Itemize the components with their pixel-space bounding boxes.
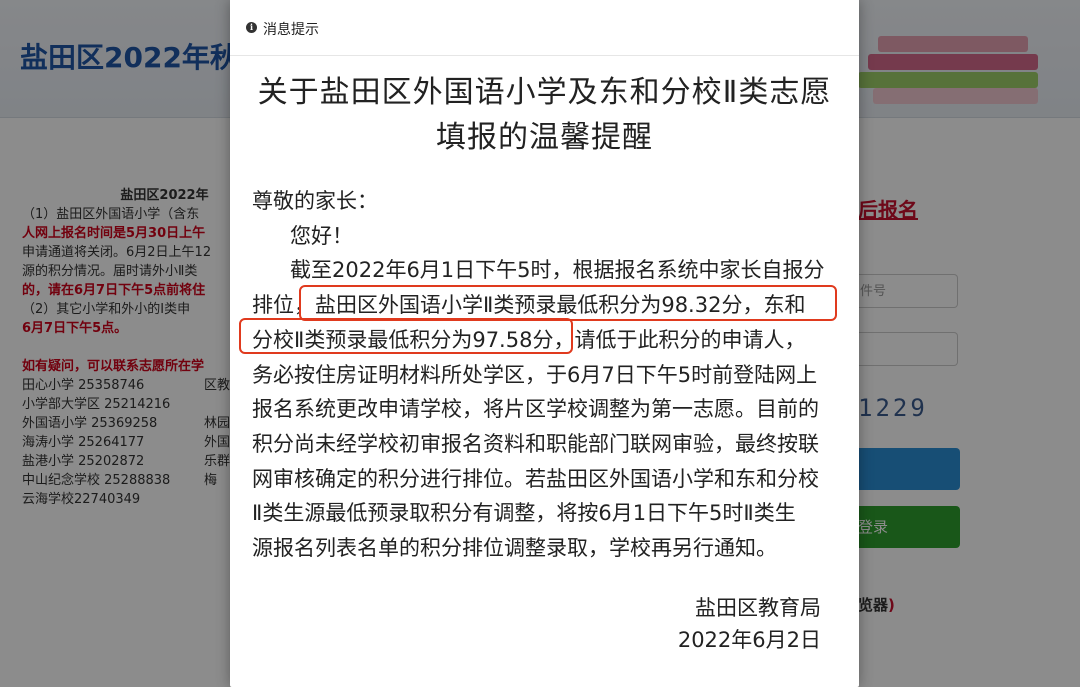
- notice-body: 尊敬的家长： 您好！ 截至2022年6月1日下午5时，根据报名系统中家长自报分 …: [248, 184, 848, 566]
- notice-signature: 盐田区教育局 2022年6月2日: [678, 592, 821, 656]
- body-line: 报名系统更改申请学校，将片区学校调整为第一志愿。目前的: [252, 397, 819, 422]
- body-line: 分校Ⅱ类预录最低积分为97.58分，请低于此积分的申请人，: [252, 327, 806, 352]
- notice-heading-line1: 关于盐田区外国语小学及东和分校Ⅱ类志愿: [257, 75, 832, 110]
- body-line: 网审核确定的积分进行排位。若盐田区外国语小学和东和分校: [252, 466, 819, 491]
- highlighted-score-1: 盐田区外国语小学Ⅱ类预录最低积分为98.32分，东和: [315, 293, 806, 318]
- notice-heading: 关于盐田区外国语小学及东和分校Ⅱ类志愿 填报的温馨提醒: [230, 70, 859, 160]
- dialog-header: i 消息提示: [230, 0, 859, 56]
- body-line: Ⅱ类生源最低预录取积分有调整，将按6月1日下午5时Ⅱ类生: [252, 501, 796, 526]
- issue-date: 2022年6月2日: [677, 628, 821, 652]
- body-line: 截至2022年6月1日下午5时，根据报名系统中家长自报分: [290, 258, 825, 283]
- highlighted-score-2: 分校Ⅱ类预录最低积分为97.58分: [252, 327, 554, 352]
- issuer: 盐田区教育局: [695, 596, 821, 620]
- body-line: 务必按住房证明材料所处学区，于6月7日下午5时前登陆网上: [252, 362, 818, 387]
- body-line: 积分尚未经学校初审报名资料和职能部门联网审验，最终按联: [252, 431, 819, 456]
- message-dialog: i 消息提示 关于盐田区外国语小学及东和分校Ⅱ类志愿 填报的温馨提醒 尊敬的家长…: [230, 0, 859, 687]
- body-line: 排位，盐田区外国语小学Ⅱ类预录最低积分为98.32分，东和: [252, 293, 806, 318]
- hello-line: 您好！: [290, 223, 353, 248]
- notice-heading-line2: 填报的温馨提醒: [436, 120, 653, 155]
- dialog-title: 消息提示: [263, 22, 319, 38]
- info-icon: i: [246, 22, 257, 33]
- body-line: 源报名列表名单的积分排位调整录取，学校再另行通知。: [252, 536, 777, 561]
- greeting: 尊敬的家长：: [252, 189, 378, 213]
